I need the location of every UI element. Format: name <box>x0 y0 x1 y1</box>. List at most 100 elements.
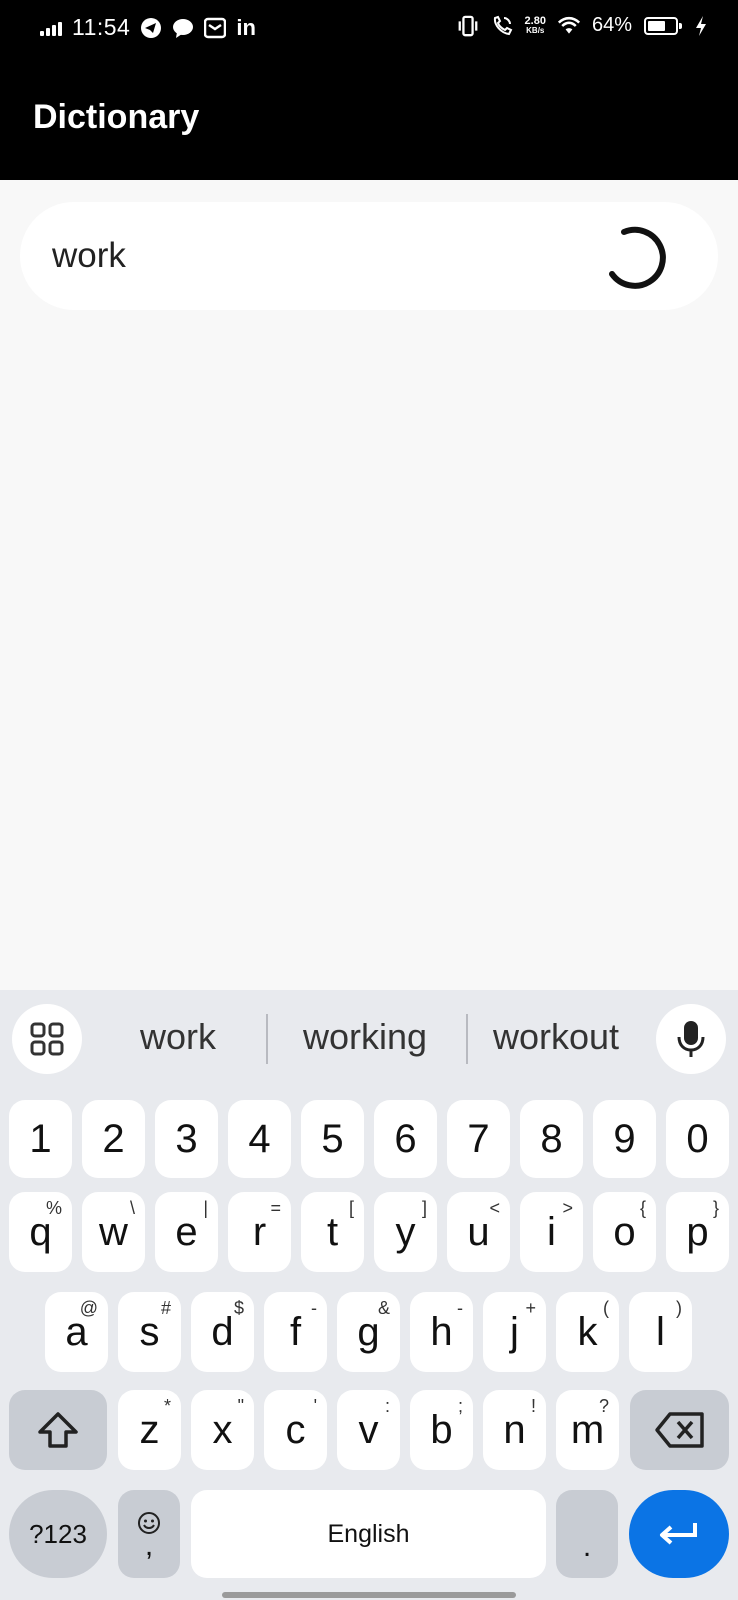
voice-input-button[interactable] <box>656 1004 726 1074</box>
key-label: g <box>357 1310 380 1354</box>
key-7[interactable]: 7 <box>447 1100 510 1178</box>
key-o[interactable]: o{ <box>593 1192 656 1272</box>
key-l[interactable]: l) <box>629 1292 692 1372</box>
key-y[interactable]: y] <box>374 1192 437 1272</box>
key-5[interactable]: 5 <box>301 1100 364 1178</box>
key-6[interactable]: 6 <box>374 1100 437 1178</box>
suggestion-bar: work working workout <box>0 990 738 1090</box>
key-hint: ) <box>676 1298 682 1318</box>
key-label: 2 <box>102 1117 125 1161</box>
key-4[interactable]: 4 <box>228 1100 291 1178</box>
key-w[interactable]: w \ <box>82 1192 145 1272</box>
key-label: o <box>613 1210 636 1254</box>
key-z[interactable]: z * <box>118 1390 181 1470</box>
key-k[interactable]: k( <box>556 1292 619 1372</box>
key-d[interactable]: d $ <box>191 1292 254 1372</box>
shift-key[interactable] <box>9 1390 107 1470</box>
key-2[interactable]: 2 <box>82 1100 145 1178</box>
space-key[interactable]: English <box>191 1490 546 1578</box>
key-t[interactable]: t[ <box>301 1192 364 1272</box>
key-hint: % <box>45 1198 62 1218</box>
key-j[interactable]: j + <box>483 1292 546 1372</box>
app-bar: Dictionary <box>0 60 738 180</box>
chat-icon <box>172 17 194 39</box>
key-x[interactable]: x " <box>191 1390 254 1470</box>
suggestion-1[interactable]: work <box>118 1016 238 1058</box>
vibrate-icon <box>457 15 479 37</box>
key-p[interactable]: p} <box>666 1192 729 1272</box>
key-hint: " <box>237 1396 244 1416</box>
key-g[interactable]: g & <box>337 1292 400 1372</box>
key-0[interactable]: 0 <box>666 1100 729 1178</box>
key-b[interactable]: b; <box>410 1390 473 1470</box>
key-1[interactable]: 1 <box>9 1100 72 1178</box>
suggestion-2[interactable]: working <box>290 1016 440 1058</box>
key-u[interactable]: u < <box>447 1192 510 1272</box>
network-speed-unit: KB/s <box>526 25 545 35</box>
key-label: 9 <box>613 1117 636 1161</box>
key-label: c <box>285 1408 306 1452</box>
keyboard: work working workout 1 2 3 4 5 6 7 8 9 0 q% w \ e | r = t… <box>0 990 738 1600</box>
key-hint: - <box>311 1298 317 1318</box>
key-label: h <box>430 1310 453 1354</box>
key-f[interactable]: f- <box>264 1292 327 1372</box>
key-hint: [ <box>348 1198 354 1218</box>
key-hint: ( <box>603 1298 609 1318</box>
key-label: 5 <box>321 1117 344 1161</box>
key-label: j <box>510 1310 519 1354</box>
enter-key[interactable] <box>629 1490 729 1578</box>
key-hint: ] <box>421 1198 427 1218</box>
symbols-key[interactable]: ?123 <box>9 1490 107 1578</box>
key-3[interactable]: 3 <box>155 1100 218 1178</box>
suggestion-divider <box>466 1014 468 1064</box>
status-bar: 11:54 in 2.80 KB/s 64% <box>0 0 738 60</box>
key-i[interactable]: i > <box>520 1192 583 1272</box>
key-c[interactable]: c ' <box>264 1390 327 1470</box>
key-label: t <box>326 1210 339 1254</box>
key-9[interactable]: 9 <box>593 1100 656 1178</box>
key-label: e <box>175 1210 198 1254</box>
key-label: 6 <box>394 1117 417 1161</box>
search-input[interactable] <box>52 230 572 282</box>
key-hint: = <box>270 1198 281 1218</box>
key-hint: : <box>384 1396 390 1416</box>
battery-percent: 64% <box>591 14 632 36</box>
key-v[interactable]: v: <box>337 1390 400 1470</box>
key-n[interactable]: n! <box>483 1390 546 1470</box>
key-h[interactable]: h- <box>410 1292 473 1372</box>
home-indicator[interactable] <box>222 1592 516 1598</box>
backspace-key[interactable] <box>630 1390 729 1470</box>
key-e[interactable]: e | <box>155 1192 218 1272</box>
key-label: w <box>99 1210 128 1254</box>
search-bar[interactable] <box>20 202 718 310</box>
key-8[interactable]: 8 <box>520 1100 583 1178</box>
emoji-comma-key[interactable]: , <box>118 1490 180 1578</box>
network-speed: 2.80 KB/s <box>525 15 546 36</box>
key-label: b <box>430 1408 453 1452</box>
key-hint: ' <box>313 1396 317 1416</box>
key-hint: { <box>639 1198 646 1218</box>
key-hint: ; <box>457 1396 463 1416</box>
key-label: 7 <box>467 1117 490 1161</box>
comma-label: , <box>144 1529 154 1562</box>
period-label: . <box>582 1530 592 1563</box>
key-r[interactable]: r = <box>228 1192 291 1272</box>
backspace-icon <box>654 1412 704 1448</box>
period-key[interactable]: . <box>556 1490 618 1578</box>
keyboard-menu-button[interactable] <box>12 1004 82 1074</box>
key-hint: ! <box>530 1396 536 1416</box>
key-m[interactable]: m? <box>556 1390 619 1470</box>
key-label: u <box>467 1210 490 1254</box>
key-label: 4 <box>248 1117 271 1161</box>
suggestion-3[interactable]: workout <box>476 1016 636 1058</box>
shift-icon <box>38 1412 78 1448</box>
wifi-icon <box>557 15 580 37</box>
key-s[interactable]: s # <box>118 1292 181 1372</box>
key-hint: & <box>377 1298 390 1318</box>
key-a[interactable]: a @ <box>45 1292 108 1372</box>
key-hint: $ <box>233 1298 244 1318</box>
key-label: y <box>395 1210 416 1254</box>
key-label: d <box>211 1310 234 1354</box>
key-label: s <box>139 1310 160 1354</box>
key-q[interactable]: q% <box>9 1192 72 1272</box>
